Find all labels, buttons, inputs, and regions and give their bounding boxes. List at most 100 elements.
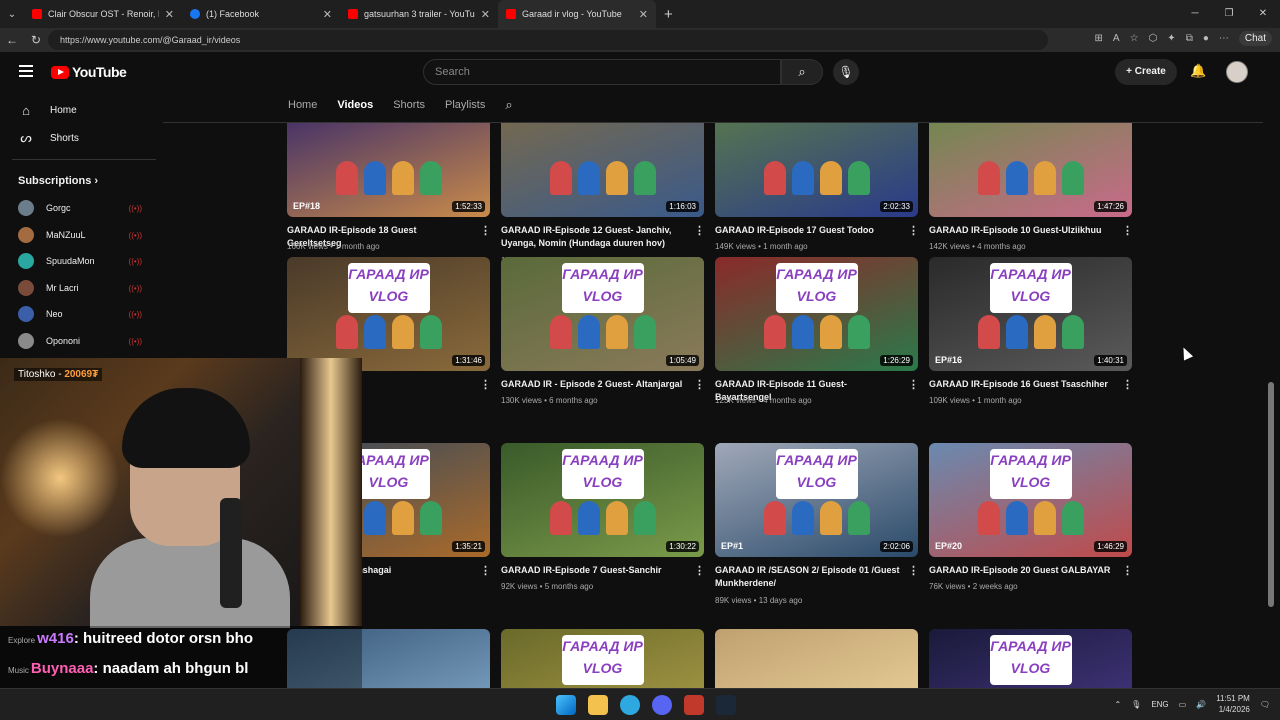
reload-icon[interactable]: ↻ [24,33,48,47]
puzzle-icon[interactable]: ✦ [1167,33,1175,44]
video-thumbnail[interactable]: ГАРААД ИР VLOG 1:05:49 [501,257,704,371]
person-figure [335,161,358,195]
video-thumbnail[interactable]: ГАРААД ИР VLOG [929,629,1132,688]
video-title[interactable]: GARAAD IR-Episode 7 Guest-Sanchir [501,564,686,577]
video-thumbnail[interactable]: ГАРААД ИР VLOG 1:30:22 [501,443,704,557]
create-button[interactable]: + Create [1115,59,1177,85]
language-indicator[interactable]: ENG [1151,700,1168,709]
video-title[interactable]: GARAAD IR /SEASON 2/ Episode 01 /Guest M… [715,564,900,590]
profile-icon[interactable]: ● [1203,33,1209,44]
more-menu-icon[interactable]: ⋯ [1219,33,1229,44]
channel-search-icon[interactable]: ⌕ [505,97,512,113]
tab-playlists[interactable]: Playlists [445,99,485,113]
copilot-chat-button[interactable]: Chat [1238,31,1272,46]
read-aloud-icon[interactable]: A [1113,33,1120,44]
video-options-icon[interactable]: ⋮ [694,378,705,391]
video-thumbnail[interactable]: ГАРААД ИР VLOG EP#16 1:40:31 [929,257,1132,371]
tab-videos[interactable]: Videos [337,99,373,113]
reading-icon[interactable]: ⊞ [1095,33,1103,44]
browser-tab-active[interactable]: Garaad ir vlog - YouTube ✕ [498,0,656,28]
file-explorer-icon[interactable] [588,695,608,715]
video-thumbnail[interactable]: ГАРААД ИР VLOG [501,629,704,688]
collections-icon[interactable]: ⧉ [1186,33,1193,44]
person-figure [819,501,842,535]
notifications-icon[interactable]: 🗨 [1260,700,1270,709]
browser-tab[interactable]: (1) Facebook ✕ [182,0,340,28]
video-meta: 130K views • 6 months ago [501,396,598,405]
discord-icon[interactable] [652,695,672,715]
person-figure [819,161,842,195]
new-tab-icon[interactable]: + [664,6,673,23]
tab-home[interactable]: Home [288,99,317,113]
video-options-icon[interactable]: ⋮ [694,224,705,237]
video-thumbnail[interactable]: 2:02:33 [715,123,918,217]
microphone-icon[interactable]: 🎙 [1131,700,1141,709]
video-options-icon[interactable]: ⋮ [908,378,919,391]
close-tab-icon[interactable]: ✕ [639,8,648,21]
chat-user: w416 [37,630,74,647]
brand-logo: ГАРААД ИР VLOG [775,263,858,313]
sidebar-item-home[interactable]: ⌂ Home [18,103,77,118]
video-options-icon[interactable]: ⋮ [908,564,919,577]
video-options-icon[interactable]: ⋮ [694,564,705,577]
close-tab-icon[interactable]: ✕ [323,8,332,21]
search-button[interactable]: ⌕ [781,59,823,85]
restore-icon[interactable]: ❐ [1212,0,1246,28]
video-thumbnail[interactable]: EP#18 1:52:33 [287,123,490,217]
tray-chevron-icon[interactable]: ⌃ [1114,700,1121,709]
youtube-logo[interactable]: YouTube [51,64,127,80]
browser-tab[interactable]: gatsuurhan 3 trailer - YouTube ✕ [340,0,498,28]
video-options-icon[interactable]: ⋮ [908,224,919,237]
video-title[interactable]: GARAAD IR-Episode 12 Guest- Janchiv, Uya… [501,224,686,250]
person-figure [977,161,1000,195]
video-title[interactable]: GARAAD IR-Episode 10 Guest-Ulziikhuu [929,224,1114,237]
url-field[interactable]: https://www.youtube.com/@Garaad_ir/video… [48,30,1048,50]
video-title[interactable]: GARAAD IR-Episode 20 Guest GALBAYAR [929,564,1114,577]
video-options-icon[interactable]: ⋮ [480,564,491,577]
notifications-bell-icon[interactable]: 🔔 [1190,63,1206,79]
video-options-icon[interactable]: ⋮ [480,224,491,237]
video-thumbnail[interactable]: ГАРААД ИР VLOG 1:31:46 [287,257,490,371]
volume-icon[interactable]: 🔊 [1196,700,1206,709]
thumbnail-people [735,161,898,195]
video-title[interactable]: GARAAD IR - Episode 2 Guest- Altanjargal [501,378,686,391]
person-figure [1061,315,1084,349]
minimize-icon[interactable]: ─ [1178,0,1212,28]
video-options-icon[interactable]: ⋮ [1122,378,1133,391]
close-tab-icon[interactable]: ✕ [481,8,490,21]
close-window-icon[interactable]: ✕ [1246,0,1280,28]
favorite-star-icon[interactable]: ☆ [1130,33,1139,44]
voice-search-button[interactable]: 🎙 [833,59,859,85]
video-thumbnail[interactable]: ГАРААД ИР VLOG EP#1 2:02:06 [715,443,918,557]
video-thumbnail[interactable]: 1:47:26 [929,123,1132,217]
video-options-icon[interactable]: ⋮ [1122,224,1133,237]
menu-icon[interactable] [19,65,33,77]
brand-logo: ГАРААД ИР VLOG [775,449,858,499]
clock[interactable]: 11:51 PM 1/4/2026 [1216,693,1250,715]
account-avatar[interactable] [1226,61,1248,83]
browser-tab[interactable]: Clair Obscur OST - Renoir, Il ✕ [24,0,182,28]
video-options-icon[interactable]: ⋮ [1122,564,1133,577]
extension-icon[interactable]: ⬡ [1149,33,1158,44]
thumbnail-people [521,315,684,349]
video-thumbnail[interactable]: ГАРААД ИР VLOG 1:26:29 [715,257,918,371]
video-thumbnail[interactable]: ГАРААД ИР VLOG EP#20 1:46:29 [929,443,1132,557]
video-options-icon[interactable]: ⋮ [480,378,491,391]
search-input[interactable]: Search [423,59,781,85]
person-figure [419,315,442,349]
start-icon[interactable] [556,695,576,715]
network-icon[interactable]: ▭ [1179,700,1187,709]
close-tab-icon[interactable]: ✕ [165,8,174,21]
video-thumbnail[interactable] [715,629,918,688]
tab-list-icon[interactable]: ⌄ [0,9,24,20]
video-thumbnail[interactable]: 1:16:03 [501,123,704,217]
video-title[interactable]: GARAAD IR-Episode 16 Guest Tsaschiher [929,378,1114,391]
microphone-arm [220,498,242,608]
scrollbar[interactable] [1268,382,1274,607]
video-title[interactable]: GARAAD IR-Episode 17 Guest Todoo [715,224,900,237]
back-icon[interactable]: ← [0,33,24,47]
steam-icon[interactable] [716,695,736,715]
tab-shorts[interactable]: Shorts [393,99,425,113]
edge-icon[interactable] [620,695,640,715]
game-icon[interactable] [684,695,704,715]
